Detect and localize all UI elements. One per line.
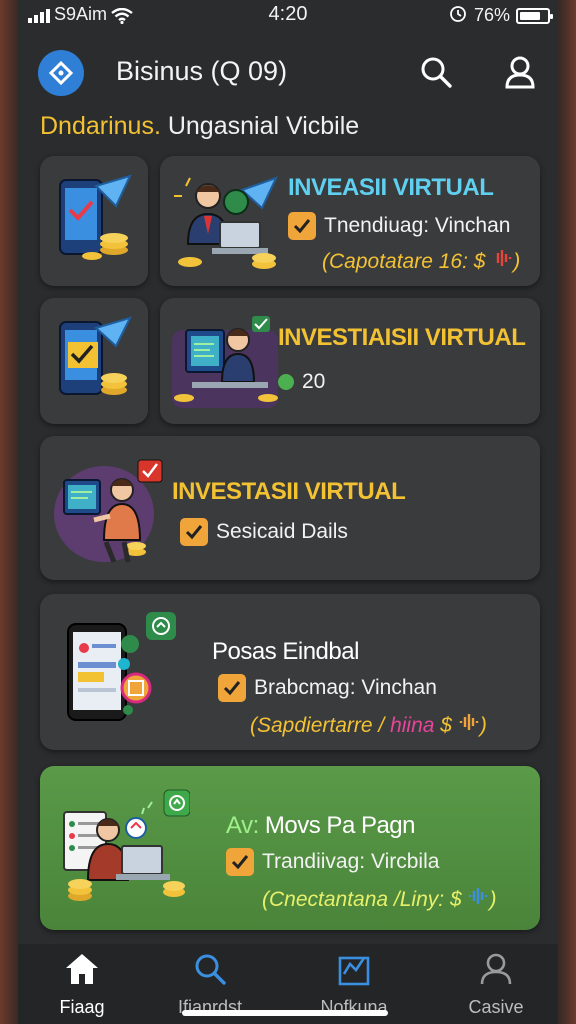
nav-home[interactable]: Fiaag — [32, 952, 132, 1018]
nav-chart[interactable]: Nofkuna — [304, 952, 404, 1018]
card-title: INVESTASII VIRTUAL — [172, 478, 406, 505]
phone-chart-icon — [67, 612, 176, 721]
card-sub-highlight: hiina — [390, 714, 435, 737]
invest-card-2[interactable]: INVESTIAISII VIRTUAL 20 — [160, 298, 540, 424]
investor-laptop-icon — [174, 176, 278, 269]
user-icon — [505, 56, 535, 89]
nav-label: Casive — [468, 997, 524, 1017]
subtitle-highlight: Dndarinus. — [40, 112, 161, 140]
investor-desk-icon — [172, 316, 278, 408]
nav-profile[interactable]: Casive — [446, 952, 546, 1018]
search-icon — [421, 57, 452, 88]
nav-label: Fiaag — [59, 997, 105, 1017]
invest-card-1[interactable]: INVEASII VIRTUAL Tnendiuag: Vinchan (Cap… — [160, 156, 540, 286]
card-line: Trandiivag: Vircbila — [226, 848, 439, 876]
app-logo-icon[interactable] — [38, 50, 84, 96]
card-title-prefix: Av: — [226, 812, 259, 839]
battery-percent: 76% — [473, 5, 510, 25]
card-line-text: Sesicaid Dails — [216, 520, 348, 543]
app-header: Bisinus (Q 09) — [18, 44, 558, 100]
checkbox-icon — [288, 212, 316, 240]
home-icon — [66, 954, 98, 984]
card-sub-text: (Cnectantana /Liny: $ — [262, 888, 462, 911]
checkbox-icon — [218, 674, 246, 702]
alarm-icon — [448, 3, 468, 28]
card-value: 20 — [302, 370, 326, 393]
invest-card-3[interactable]: INVESTASII VIRTUAL Sesicaid Dails — [40, 436, 540, 580]
chart-icon — [338, 956, 370, 986]
card-title-rest: Movs Pa Pagn — [264, 812, 416, 839]
card-title: INVEASII VIRTUAL — [288, 174, 494, 201]
card-line: Sesicaid Dails — [180, 518, 348, 546]
search-button[interactable] — [414, 50, 458, 94]
card-title: Av: Movs Pa Pagn — [226, 812, 416, 840]
checkbox-icon — [180, 518, 208, 546]
card-line-text: Tnendiuag: Vinchan — [324, 214, 511, 237]
page-title: Bisinus (Q 09) — [116, 56, 288, 86]
card-sub: (Cnectantana /Liny: $ ) — [262, 888, 497, 911]
card-line-text: Brabcmag: Vinchan — [254, 676, 437, 699]
card-line: Brabcmag: Vinchan — [218, 674, 437, 702]
invest-card-5[interactable]: Av: Movs Pa Pagn Trandiivag: Vircbila (C… — [40, 766, 540, 930]
battery-icon — [516, 7, 553, 24]
card-sub: (Capotatare 16: $ ) — [322, 250, 521, 273]
audio-wave-icon — [497, 250, 512, 266]
search-icon — [195, 954, 226, 985]
phone-invest-icon — [59, 174, 132, 260]
subtitle-text: Ungasnial Vicbile — [160, 112, 360, 140]
card-sub: (Sapdiertarre / hiina $ ) — [250, 714, 487, 737]
investor-monitor-icon — [54, 459, 163, 563]
invest-card-4[interactable]: Posas Eindbal Brabcmag: Vinchan (Sapdier… — [40, 594, 540, 750]
user-icon — [480, 953, 512, 985]
card-line: 20 — [278, 370, 325, 394]
audio-wave-icon — [459, 714, 479, 730]
investor-report-icon — [63, 789, 190, 901]
app-tile-2[interactable] — [40, 298, 148, 424]
card-sub-currency: $ — [440, 714, 452, 737]
phone-screen: S9Aim 4:20 76% Bisinus (Q 09) Dndarinus.… — [18, 0, 558, 1024]
phone-invest-icon — [59, 316, 132, 395]
status-bar: S9Aim 4:20 76% — [18, 0, 558, 30]
status-dot-icon — [278, 374, 294, 390]
card-line-text: Trandiivag: Vircbila — [262, 850, 440, 873]
home-indicator[interactable] — [182, 1010, 388, 1016]
card-sub-text: (Sapdiertarre / — [250, 714, 385, 737]
card-sub-text: (Capotatare 16: $ — [322, 250, 486, 273]
card-title: Posas Eindbal — [212, 638, 359, 665]
section-subtitle: Dndarinus. Ungasnial Vicbile — [40, 112, 359, 141]
checkbox-icon — [226, 848, 254, 876]
card-title: INVESTIAISII VIRTUAL — [278, 324, 526, 351]
card-line: Tnendiuag: Vinchan — [288, 212, 510, 240]
profile-button[interactable] — [498, 50, 542, 94]
app-tile-1[interactable] — [40, 156, 148, 286]
nav-search[interactable]: Ifianrdst — [160, 952, 260, 1018]
audio-wave-icon — [469, 888, 488, 904]
